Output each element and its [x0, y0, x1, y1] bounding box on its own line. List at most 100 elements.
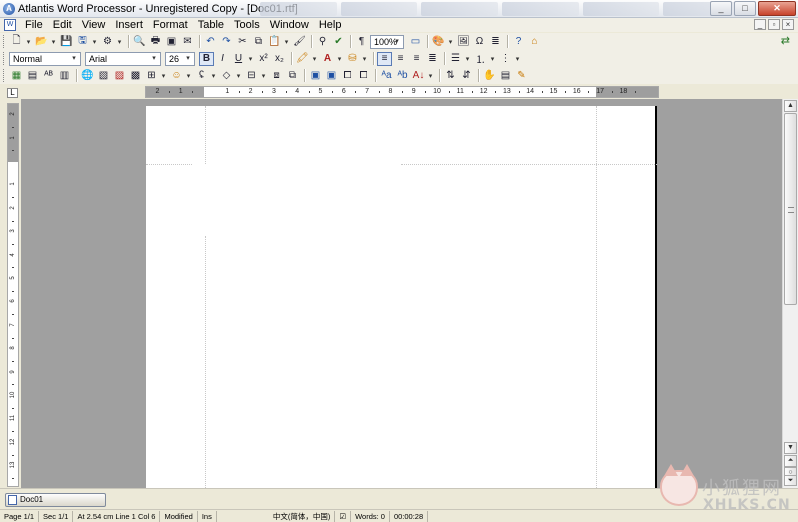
insert-comment-icon[interactable]: ▩	[128, 69, 143, 83]
bold-button[interactable]: B	[199, 51, 214, 66]
scrollbar-thumb[interactable]	[784, 113, 797, 305]
zoom-select[interactable]: 100% ▾	[370, 34, 404, 49]
bullet-list-icon[interactable]: ☰	[448, 52, 463, 66]
cut-icon[interactable]: ✂	[235, 35, 250, 49]
paste-icon[interactable]: 📋	[267, 35, 282, 49]
document-stats-icon[interactable]: ▥	[57, 69, 72, 83]
chevron-down-icon[interactable]: ▾	[210, 72, 217, 80]
toolbar-grip[interactable]	[3, 35, 6, 48]
chevron-down-icon[interactable]: ▾	[50, 38, 57, 46]
chevron-down-icon[interactable]: ▾	[489, 55, 496, 63]
align-center-icon[interactable]: ≡	[393, 52, 408, 66]
highlight-marker-icon[interactable]: 🖍	[295, 52, 310, 66]
menu-file[interactable]: File	[20, 18, 48, 32]
chevron-down-icon[interactable]: ▾	[260, 72, 267, 80]
find-text-icon[interactable]: ᴬa	[379, 69, 394, 83]
status-insert-mode[interactable]: Ins	[198, 510, 217, 522]
spell-check-icon[interactable]: ✔	[331, 35, 346, 49]
horizontal-ruler[interactable]: 2 1 1 2 3 4 5 6 7 8 9 10 11 12 13 14 15 16 17 18	[145, 86, 659, 98]
chevron-down-icon[interactable]: ▾	[160, 72, 167, 80]
underline-button[interactable]: U	[231, 52, 246, 66]
chevron-down-icon[interactable]: ▾	[464, 55, 471, 63]
track-changes-icon[interactable]: ▣	[324, 69, 339, 83]
change-case-icon[interactable]: A↓	[411, 69, 426, 83]
close-button[interactable]: ✕	[758, 1, 796, 16]
print-preview-icon[interactable]: 🔍	[132, 35, 147, 49]
doc-close-button[interactable]: ×	[782, 19, 794, 30]
document-page[interactable]	[146, 106, 657, 488]
chevron-down-icon[interactable]: ▾	[447, 38, 454, 46]
doc-minimize-button[interactable]: _	[754, 19, 766, 30]
shading-fill-icon[interactable]: ⛁	[345, 52, 360, 66]
navigation-arrows-icon[interactable]: ⇄	[781, 34, 790, 47]
export-pdf-icon[interactable]: ▣	[164, 35, 179, 49]
styles-palette-icon[interactable]: 🎨	[431, 35, 446, 49]
insert-image-icon[interactable]: ▦	[9, 69, 24, 83]
insert-footnote-icon[interactable]: ▨	[112, 69, 127, 83]
tab-stop-type-button[interactable]: L	[7, 88, 18, 98]
menu-tools[interactable]: Tools	[229, 18, 265, 32]
redo-icon[interactable]: ↷	[219, 35, 234, 49]
full-screen-icon[interactable]: ▭	[408, 35, 423, 49]
chevron-down-icon[interactable]: ▾	[91, 38, 98, 46]
vertical-ruler[interactable]: 2 1 1 2 3 4 5 6 7 8 9 10 11 12 13	[7, 103, 19, 487]
italic-button[interactable]: I	[215, 52, 230, 66]
new-document-icon[interactable]: 🗋	[9, 35, 24, 49]
document-tab-doc01[interactable]: Doc01	[5, 493, 106, 507]
align-left-icon[interactable]: ≡	[377, 51, 392, 66]
chevron-down-icon[interactable]: ▾	[25, 38, 32, 46]
menu-edit[interactable]: Edit	[48, 18, 77, 32]
chevron-down-icon[interactable]: ▾	[427, 72, 434, 80]
previous-page-button[interactable]: ⏶	[784, 455, 797, 467]
sort-descending-icon[interactable]: ⇵	[459, 69, 474, 83]
menu-help[interactable]: Help	[314, 18, 347, 32]
insert-picture-icon[interactable]: 🖼	[456, 35, 471, 49]
undo-icon[interactable]: ↶	[203, 35, 218, 49]
insert-shape-icon[interactable]: ◇	[219, 69, 234, 83]
menu-table[interactable]: Table	[193, 18, 229, 32]
hyperlink-globe-icon[interactable]: 🌐	[80, 69, 95, 83]
calculator-icon[interactable]: ▤	[498, 69, 513, 83]
chevron-down-icon[interactable]: ▾	[311, 55, 318, 63]
help-icon[interactable]: ?	[511, 35, 526, 49]
special-character-icon[interactable]: ʢ	[194, 69, 209, 83]
scroll-down-button[interactable]: ▼	[784, 442, 797, 454]
find-binoculars-icon[interactable]: ⚲	[315, 35, 330, 49]
format-painter-icon[interactable]: 🖌	[292, 35, 307, 49]
insert-textbox-icon[interactable]: ▤	[25, 69, 40, 83]
copy-icon[interactable]: ⧉	[251, 35, 266, 49]
open-folder-icon[interactable]: 📂	[34, 35, 49, 49]
next-page-button[interactable]: ⏷	[784, 475, 797, 486]
print-icon[interactable]: 🖶	[148, 35, 163, 49]
document-properties-icon[interactable]: ⚙	[100, 35, 115, 49]
toolbar-grip[interactable]	[3, 69, 6, 82]
chevron-down-icon[interactable]: ▾	[361, 55, 368, 63]
insert-emoji-icon[interactable]: ☺	[169, 69, 184, 83]
magic-wand-icon[interactable]: ✎	[514, 69, 529, 83]
insert-symbol-icon[interactable]: Ω	[472, 35, 487, 49]
maximize-button[interactable]: □	[734, 1, 756, 16]
toolbar-grip[interactable]	[3, 52, 6, 65]
status-language[interactable]: 中文(简体，中国)	[269, 510, 336, 522]
insert-bookmark-icon[interactable]: ▧	[96, 69, 111, 83]
insert-field-icon[interactable]: ⊞	[144, 69, 159, 83]
merge-cells-icon[interactable]: ⧈	[269, 69, 284, 83]
doc-restore-button[interactable]: ▫	[768, 19, 780, 30]
menu-window[interactable]: Window	[265, 18, 314, 32]
sort-ascending-icon[interactable]: ⇅	[443, 69, 458, 83]
insert-table-icon[interactable]: ⊟	[244, 69, 259, 83]
menu-insert[interactable]: Insert	[110, 18, 148, 32]
numbered-list-icon[interactable]: ⒈	[473, 52, 488, 66]
document-system-icon[interactable]: W	[4, 19, 16, 31]
chevron-down-icon[interactable]: ▾	[283, 38, 290, 46]
save-all-icon[interactable]: 🖫	[75, 35, 90, 49]
chevron-down-icon[interactable]: ▾	[514, 55, 521, 63]
font-size-select[interactable]: 26 ▾	[165, 51, 195, 66]
hand-pan-icon[interactable]: ✋	[482, 69, 497, 83]
compare-icon[interactable]: ▣	[308, 69, 323, 83]
chevron-down-icon[interactable]: ▾	[235, 72, 242, 80]
chevron-down-icon[interactable]: ▾	[116, 38, 123, 46]
reject-changes-icon[interactable]: ⧠	[356, 69, 371, 83]
pilcrow-show-formatting-icon[interactable]: ¶	[354, 35, 369, 49]
subscript-icon[interactable]: x₂	[272, 52, 287, 66]
